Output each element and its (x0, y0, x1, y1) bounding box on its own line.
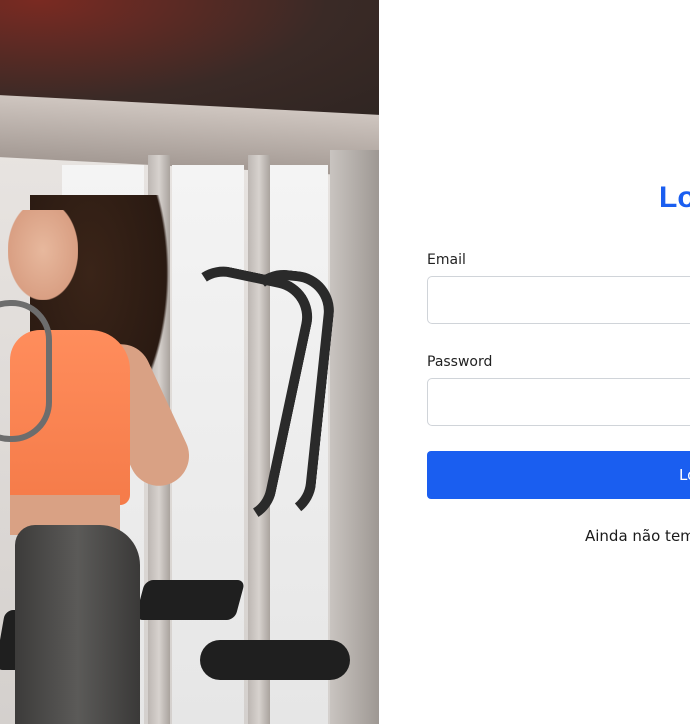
photo-person-legs (15, 525, 140, 724)
password-label: Password (427, 354, 493, 370)
photo-machine-base (200, 640, 350, 680)
photo-machine-base (134, 580, 246, 620)
signup-prompt: Ainda não tem (585, 527, 690, 545)
password-field[interactable] (427, 378, 690, 426)
login-button[interactable]: Lo (427, 451, 690, 499)
photo-wall (330, 150, 379, 724)
login-page: Lo Email Password Lo Ainda não tem (0, 0, 690, 724)
email-label: Email (427, 252, 466, 268)
login-panel: Lo Email Password Lo Ainda não tem (379, 0, 690, 724)
login-title: Lo (659, 181, 690, 214)
email-field[interactable] (427, 276, 690, 324)
photo-machine-handle (0, 300, 52, 442)
gym-photo (0, 0, 379, 724)
photo-person-face (8, 210, 78, 300)
